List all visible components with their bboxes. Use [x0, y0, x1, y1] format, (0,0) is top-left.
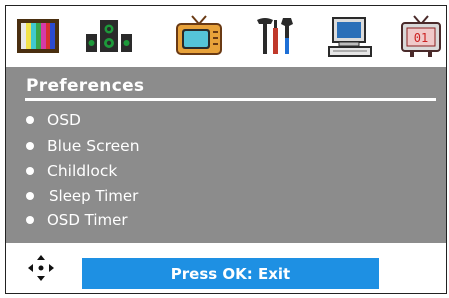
color-bars-icon[interactable] [14, 14, 64, 60]
menu-item-label: OSD [47, 111, 81, 129]
preferences-panel: Preferences OSD Blue Screen Childlock Sl… [6, 67, 446, 243]
bullet-icon [26, 192, 34, 200]
bullet-icon [26, 167, 34, 175]
menu-item-blue-screen[interactable]: Blue Screen [26, 135, 140, 157]
bullet-icon [26, 116, 34, 124]
menu-item-osd-timer[interactable]: OSD Timer [26, 209, 128, 231]
panel-title: Preferences [26, 76, 145, 96]
clock-tv-icon[interactable]: 01 [396, 14, 446, 60]
bullet-icon [26, 216, 34, 224]
menu-item-label: OSD Timer [47, 211, 128, 229]
footer-bar: Press OK: Exit [6, 243, 446, 293]
exit-hint-bar[interactable]: Press OK: Exit [82, 258, 379, 289]
category-icon-bar: 01 [6, 6, 446, 66]
menu-item-childlock[interactable]: Childlock [26, 160, 117, 182]
navigation-arrows-icon [28, 255, 54, 281]
computer-icon[interactable] [325, 14, 375, 60]
menu-item-label: Sleep Timer [49, 187, 139, 205]
title-divider [25, 98, 436, 101]
menu-item-label: Blue Screen [47, 137, 140, 155]
menu-item-osd[interactable]: OSD [26, 109, 81, 131]
exit-hint-label: Press OK: Exit [170, 264, 291, 283]
tv-icon[interactable] [174, 14, 224, 60]
speakers-icon[interactable] [84, 14, 134, 60]
bullet-icon [26, 142, 34, 150]
tools-icon[interactable] [251, 14, 301, 60]
menu-item-label: Childlock [47, 162, 118, 180]
menu-item-sleep-timer[interactable]: Sleep Timer [26, 185, 138, 207]
svg-text:01: 01 [414, 31, 428, 45]
